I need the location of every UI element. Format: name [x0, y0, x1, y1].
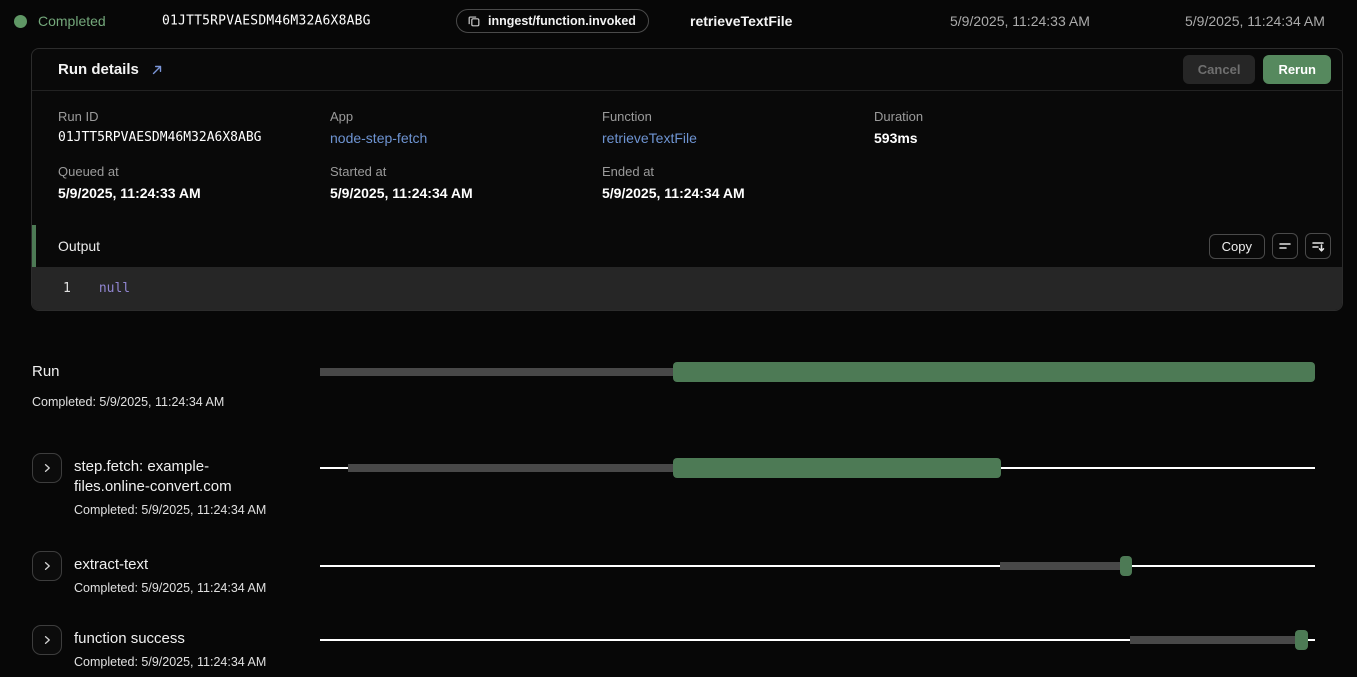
- line-number: 1: [32, 281, 71, 296]
- field-label: Started at: [330, 164, 602, 179]
- timeline-row-text: step.fetch: example-files.online-convert…: [74, 453, 279, 517]
- copy-icon: [467, 14, 481, 28]
- output-code-block: 1 null: [32, 267, 1342, 310]
- timeline-track[interactable]: [320, 551, 1315, 581]
- timeline-row-side: extract-text Completed: 5/9/2025, 11:24:…: [32, 551, 320, 595]
- wrap-lines-icon[interactable]: [1272, 233, 1298, 259]
- panel-title-group: Run details: [58, 61, 164, 78]
- timeline-row: step.fetch: example-files.online-convert…: [32, 453, 1315, 517]
- run-id-cell: 01JTT5RPVAESDM46M32A6X8ABG: [162, 14, 371, 29]
- field-label: Ended at: [602, 164, 874, 179]
- timeline-row-text: extract-text Completed: 5/9/2025, 11:24:…: [74, 551, 266, 595]
- timeline-row: extract-text Completed: 5/9/2025, 11:24:…: [32, 551, 1315, 595]
- page-title: Run details: [58, 61, 139, 78]
- field-value: 5/9/2025, 11:24:33 AM: [58, 185, 330, 201]
- run-details-grid: Run ID 01JTT5RPVAESDM46M32A6X8ABG App no…: [32, 91, 1342, 213]
- status-label: Completed: [38, 13, 106, 29]
- chevron-right-icon: [41, 462, 53, 474]
- output-title: Output: [58, 238, 100, 254]
- timeline-segment-active[interactable]: [673, 458, 1000, 478]
- timeline-row-side: Run Completed: 5/9/2025, 11:24:34 AM: [32, 357, 320, 409]
- field-started-at: Started at 5/9/2025, 11:24:34 AM: [330, 164, 602, 201]
- cancel-button[interactable]: Cancel: [1183, 55, 1256, 84]
- expand-step-button[interactable]: [32, 551, 62, 581]
- timeline: Run Completed: 5/9/2025, 11:24:34 AM ste…: [0, 357, 1357, 669]
- field-label: Function: [602, 109, 874, 124]
- field-app: App node-step-fetch: [330, 109, 602, 146]
- copy-output-button[interactable]: Copy: [1209, 234, 1265, 259]
- run-status: Completed: [14, 13, 106, 29]
- field-label: Queued at: [58, 164, 330, 179]
- timeline-row-label: step.fetch: example-files.online-convert…: [74, 453, 279, 497]
- ended-time-cell: 5/9/2025, 11:24:34 AM: [1185, 13, 1325, 29]
- field-value: 01JTT5RPVAESDM46M32A6X8ABG: [58, 130, 330, 145]
- field-label: Duration: [874, 109, 1316, 124]
- field-run-id: Run ID 01JTT5RPVAESDM46M32A6X8ABG: [58, 109, 330, 146]
- timeline-track[interactable]: [320, 625, 1315, 655]
- timeline-row-status: Completed: 5/9/2025, 11:24:34 AM: [32, 395, 224, 409]
- trigger-event-badge[interactable]: inngest/function.invoked: [456, 9, 649, 33]
- field-value: 593ms: [874, 130, 1316, 146]
- scroll-to-bottom-icon[interactable]: [1305, 233, 1331, 259]
- rerun-button[interactable]: Rerun: [1263, 55, 1331, 84]
- timeline-row-side: step.fetch: example-files.online-convert…: [32, 453, 320, 517]
- panel-actions: Cancel Rerun: [1183, 55, 1331, 84]
- field-function: Function retrieveTextFile: [602, 109, 874, 146]
- output-value: null: [71, 281, 130, 296]
- timeline-row: function success Completed: 5/9/2025, 11…: [32, 625, 1315, 669]
- timeline-row-text: Run Completed: 5/9/2025, 11:24:34 AM: [32, 357, 224, 409]
- app-link[interactable]: node-step-fetch: [330, 130, 602, 146]
- timeline-segment-wait[interactable]: [348, 464, 673, 472]
- timeline-segment-wait[interactable]: [1130, 636, 1297, 644]
- field-value: 5/9/2025, 11:24:34 AM: [330, 185, 602, 201]
- timeline-segment-active[interactable]: [1120, 556, 1132, 576]
- timeline-row-text: function success Completed: 5/9/2025, 11…: [74, 625, 266, 669]
- timeline-segment-wait[interactable]: [320, 368, 673, 376]
- field-label: Run ID: [58, 109, 330, 124]
- chevron-right-icon: [41, 560, 53, 572]
- run-list-row[interactable]: Completed 01JTT5RPVAESDM46M32A6X8ABG inn…: [0, 0, 1357, 42]
- function-name-cell: retrieveTextFile: [690, 13, 792, 29]
- panel-header: Run details Cancel Rerun: [32, 49, 1342, 91]
- timeline-row-status: Completed: 5/9/2025, 11:24:34 AM: [74, 655, 266, 669]
- timeline-row-status: Completed: 5/9/2025, 11:24:34 AM: [74, 581, 266, 595]
- expand-step-button[interactable]: [32, 625, 62, 655]
- trigger-event-label: inngest/function.invoked: [488, 14, 636, 28]
- timeline-track[interactable]: [320, 453, 1315, 483]
- output-actions: Copy: [1209, 233, 1331, 259]
- run-details-panel: Run details Cancel Rerun Run ID 01JTT5RP…: [31, 48, 1343, 311]
- output-header: Output Copy: [32, 225, 1342, 267]
- queued-time-cell: 5/9/2025, 11:24:33 AM: [950, 13, 1090, 29]
- field-queued-at: Queued at 5/9/2025, 11:24:33 AM: [58, 164, 330, 201]
- chevron-right-icon: [41, 634, 53, 646]
- function-link[interactable]: retrieveTextFile: [602, 130, 874, 146]
- timeline-row-label: Run: [32, 357, 224, 382]
- timeline-baseline: [320, 565, 1315, 567]
- field-duration: Duration 593ms: [874, 109, 1316, 146]
- timeline-row-label: function success: [74, 625, 266, 649]
- expand-step-button[interactable]: [32, 453, 62, 483]
- timeline-row-status: Completed: 5/9/2025, 11:24:34 AM: [74, 503, 279, 517]
- external-link-icon[interactable]: [150, 63, 164, 77]
- field-value: 5/9/2025, 11:24:34 AM: [602, 185, 874, 201]
- field-ended-at: Ended at 5/9/2025, 11:24:34 AM: [602, 164, 874, 201]
- timeline-segment-active[interactable]: [673, 362, 1315, 382]
- timeline-row-side: function success Completed: 5/9/2025, 11…: [32, 625, 320, 669]
- field-label: App: [330, 109, 602, 124]
- timeline-row: Run Completed: 5/9/2025, 11:24:34 AM: [32, 357, 1315, 409]
- timeline-row-label: extract-text: [74, 551, 266, 575]
- timeline-segment-active[interactable]: [1295, 630, 1308, 650]
- status-dot-icon: [14, 15, 27, 28]
- timeline-track[interactable]: [320, 357, 1315, 387]
- timeline-segment-wait[interactable]: [1000, 562, 1121, 570]
